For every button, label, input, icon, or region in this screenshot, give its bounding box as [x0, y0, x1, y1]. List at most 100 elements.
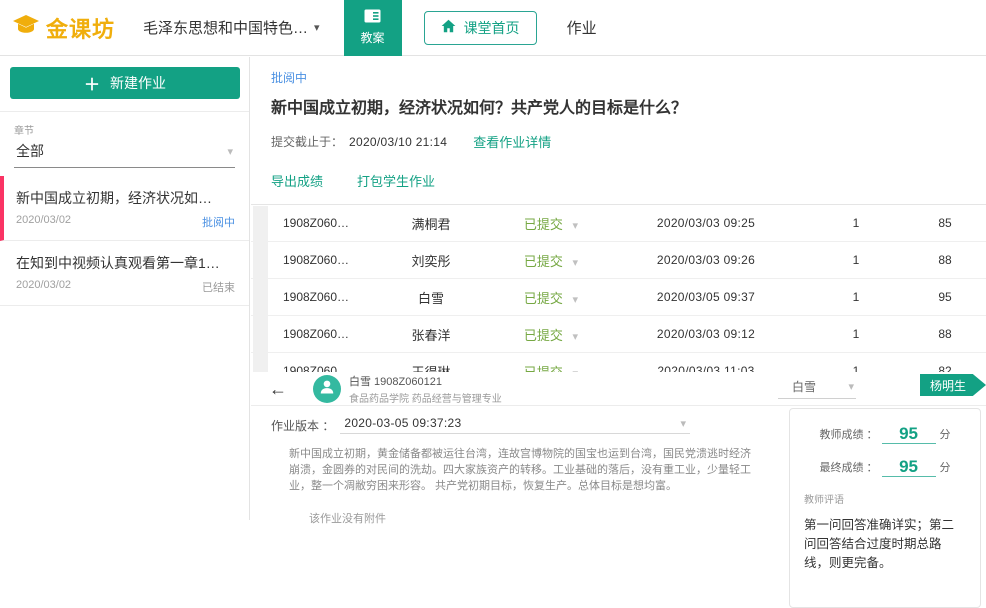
table-row[interactable]: 1908Z060… 满桐君 已提交 ▾ 2020/03/03 09:25 1 8… — [251, 205, 986, 242]
chevron-down-icon: ▾ — [227, 145, 233, 158]
graduation-cap-icon — [12, 13, 40, 42]
student-department: 食品药品学院 药品经营与管理专业 — [349, 390, 502, 405]
chapter-filter: 章节 全部 ▾ — [0, 112, 249, 168]
plus-icon: ＋ — [84, 71, 100, 95]
classroom-home-button[interactable]: 课堂首页 — [424, 11, 537, 45]
submit-time: 2020/03/05 09:37 — [606, 290, 806, 304]
chevron-down-icon: ▾ — [848, 380, 854, 393]
table-row[interactable]: 1908Z060… 刘奕彤 已提交 ▾ 2020/03/03 09:26 1 8… — [251, 242, 986, 279]
chevron-down-icon: ▾ — [314, 21, 320, 34]
student-select[interactable]: 白雪 ▾ — [778, 376, 856, 399]
course-selector[interactable]: 毛泽东思想和中国特色… ▾ — [143, 17, 320, 38]
sidebar: ＋ 新建作业 章节 全部 ▾ 新中国成立初期，经济状况如… 2020/03/02… — [0, 57, 250, 520]
homework-date: 2020/03/02 — [16, 279, 71, 295]
table-row[interactable]: 1908Z060… 张春洋 已提交 ▾ 2020/03/03 09:12 1 8… — [251, 316, 986, 353]
page-title: 新中国成立初期，经济状况如何？共产党人的目标是什么？ — [271, 94, 986, 118]
submit-count: 1 — [806, 253, 906, 267]
view-homework-detail-link[interactable]: 查看作业详情 — [473, 132, 551, 151]
version-label: 作业版本 ： — [271, 417, 334, 434]
chevron-down-icon: ▾ — [573, 257, 579, 269]
package-student-homework-link[interactable]: 打包学生作业 — [357, 171, 435, 190]
homework-date: 2020/03/02 — [16, 214, 71, 230]
chapter-select[interactable]: 全部 ▾ — [14, 137, 235, 168]
score-unit: 分 — [940, 426, 951, 444]
submit-status-dropdown[interactable]: 已提交 ▾ — [496, 214, 606, 233]
homework-status-badge: 已结束 — [202, 279, 235, 295]
new-homework-label: 新建作业 — [110, 73, 166, 93]
homework-title: 新中国成立初期，经济状况如… — [16, 188, 235, 208]
student-id: 1908Z060… — [266, 216, 366, 230]
back-arrow-icon[interactable]: ← — [269, 380, 287, 398]
submit-count: 1 — [806, 290, 906, 304]
homework-title: 在知到中视频认真观看第一章1… — [16, 253, 235, 273]
classroom-home-label: 课堂首页 — [464, 18, 520, 38]
score: 85 — [906, 216, 984, 230]
chevron-down-icon: ▾ — [573, 331, 579, 343]
user-icon — [317, 376, 337, 401]
homework-status-badge: 批阅中 — [202, 214, 235, 230]
homework-header: 批阅中 新中国成立初期，经济状况如何？共产党人的目标是什么？ 提交截止于： 20… — [251, 57, 986, 204]
lesson-plan-label: 教案 — [361, 29, 385, 46]
score: 95 — [906, 290, 984, 304]
avatar — [313, 375, 341, 403]
student-info: 白雪 1908Z060121 食品药品学院 药品经营与管理专业 — [349, 373, 502, 405]
final-score-label: 最终成绩 ： — [819, 459, 877, 477]
chevron-down-icon: ▾ — [681, 417, 687, 430]
sidebar-item-homework-1[interactable]: 新中国成立初期，经济状况如… 2020/03/02 批阅中 — [0, 176, 249, 241]
score: 88 — [906, 327, 984, 341]
home-icon — [441, 19, 456, 36]
chevron-down-icon: ▾ — [573, 294, 579, 306]
chapter-select-value: 全部 — [16, 141, 44, 161]
submit-count: 1 — [806, 327, 906, 341]
brand-name: 金课坊 — [46, 12, 115, 44]
student-name: 张春洋 — [366, 325, 496, 344]
next-student-button[interactable]: 杨明生 — [920, 374, 986, 396]
status-badge: 批阅中 — [271, 69, 986, 86]
deadline-value: 2020/03/10 21:14 — [349, 135, 447, 149]
student-id: 1908Z060… — [266, 253, 366, 267]
student-id: 1908Z060… — [266, 290, 366, 304]
tab-homework[interactable]: 作业 — [567, 17, 597, 38]
scrollbar[interactable] — [253, 206, 268, 389]
submit-status-dropdown[interactable]: 已提交 ▾ — [496, 288, 606, 307]
submit-time: 2020/03/03 09:12 — [606, 327, 806, 341]
lesson-plan-button[interactable]: 教案 — [344, 0, 402, 56]
teacher-comment-label: 教师评语 — [804, 491, 966, 506]
top-bar: 金课坊 毛泽东思想和中国特色… ▾ 教案 课堂首页 — [0, 0, 986, 56]
new-homework-button[interactable]: ＋ 新建作业 — [10, 67, 240, 99]
submit-status-dropdown[interactable]: 已提交 ▾ — [496, 325, 606, 344]
grading-panel: ← 白雪 1908Z060121 食品药品学院 药品经营与管理专业 白雪 — [251, 372, 986, 520]
student-select-value: 白雪 — [792, 378, 816, 395]
submit-time: 2020/03/03 09:26 — [606, 253, 806, 267]
grade-box: 教师成绩 ： 95 分 最终成绩 ： 95 分 教师评语 第一问回答准确详实；第… — [789, 408, 981, 608]
score-unit: 分 — [940, 459, 951, 477]
final-score-input[interactable]: 95 — [882, 458, 936, 477]
student-id: 1908Z060… — [266, 327, 366, 341]
export-grades-link[interactable]: 导出成绩 — [271, 171, 323, 190]
submissions-table: 1908Z060… 满桐君 已提交 ▾ 2020/03/03 09:25 1 8… — [251, 204, 986, 390]
document-icon — [364, 9, 381, 26]
version-value: 2020-03-05 09:37:23 — [344, 416, 461, 430]
submit-count: 1 — [806, 216, 906, 230]
score: 88 — [906, 253, 984, 267]
sidebar-item-homework-2[interactable]: 在知到中视频认真观看第一章1… 2020/03/02 已结束 — [0, 241, 249, 306]
main-panel: 批阅中 新中国成立初期，经济状况如何？共产党人的目标是什么？ 提交截止于： 20… — [251, 57, 986, 520]
course-title: 毛泽东思想和中国特色… — [143, 17, 308, 38]
student-name: 满桐君 — [366, 214, 496, 233]
student-name: 白雪 — [366, 288, 496, 307]
version-select[interactable]: 2020-03-05 09:37:23 ▾ — [340, 416, 690, 434]
chapter-label: 章节 — [14, 122, 235, 137]
teacher-score-label: 教师成绩 ： — [819, 426, 877, 444]
teacher-score-input[interactable]: 95 — [882, 425, 936, 444]
chevron-down-icon: ▾ — [573, 220, 579, 232]
student-answer-text: 新中国成立初期，黄金储备都被运往台湾，连故宫博物院的国宝也运到台湾，国民党溃逃时… — [289, 446, 761, 494]
submit-time: 2020/03/03 09:25 — [606, 216, 806, 230]
student-name-id: 白雪 1908Z060121 — [349, 373, 502, 389]
table-row[interactable]: 1908Z060… 白雪 已提交 ▾ 2020/03/05 09:37 1 95 — [251, 279, 986, 316]
deadline-label: 提交截止于： — [271, 133, 343, 150]
app-window: 金课坊 毛泽东思想和中国特色… ▾ 教案 课堂首页 — [0, 0, 986, 520]
brand-logo[interactable]: 金课坊 — [12, 12, 115, 44]
submit-status-dropdown[interactable]: 已提交 ▾ — [496, 251, 606, 270]
teacher-comment-text[interactable]: 第一问回答准确详实；第二问回答结合过度时期总路线，则更完备。 — [804, 516, 966, 573]
student-name: 刘奕彤 — [366, 251, 496, 270]
